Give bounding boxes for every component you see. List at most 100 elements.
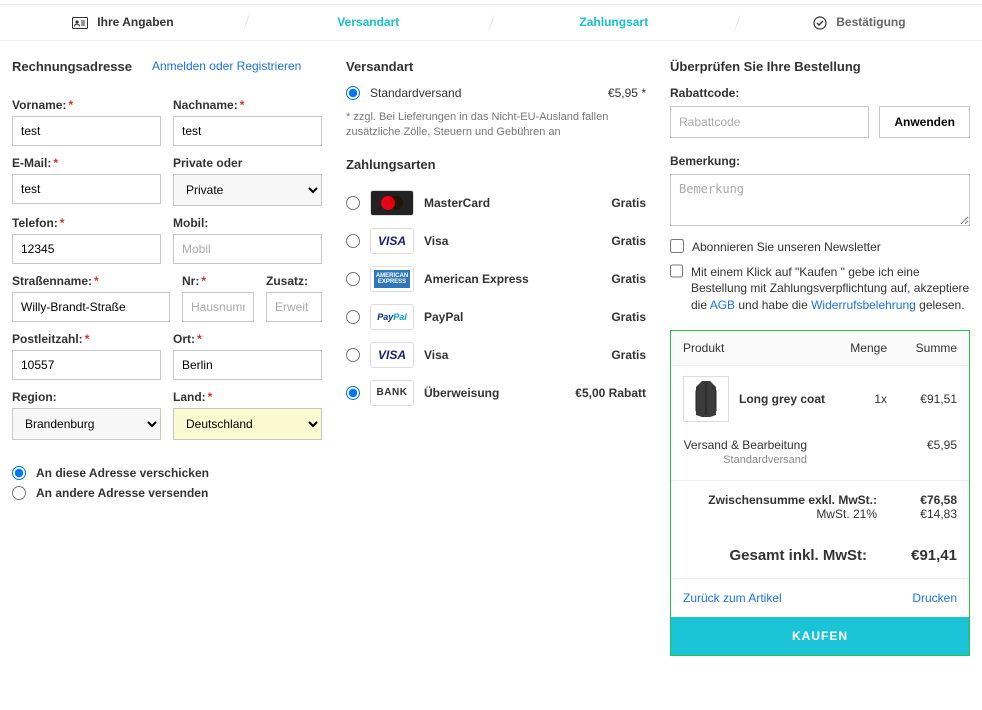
terms-checkbox[interactable]	[670, 264, 683, 278]
widerruf-link[interactable]: Widerrufsbelehrung	[811, 298, 916, 312]
check-circle-icon	[813, 16, 827, 30]
region-select[interactable]: Brandenburg	[12, 408, 161, 440]
amex-icon: AMERICANEXPRESS	[370, 266, 414, 292]
order-item-qty: 1x	[827, 392, 887, 406]
step-details-label: Ihre Angaben	[97, 15, 173, 29]
shipping-standard-label: Standardversand	[370, 86, 461, 100]
terms-text: Mit einem Klick auf "Kaufen " gebe ich e…	[691, 264, 970, 314]
step-details[interactable]: Ihre Angaben	[0, 5, 246, 40]
login-register-link[interactable]: Anmelden oder Registrieren	[152, 59, 301, 86]
order-item-sum: €91,51	[887, 392, 957, 406]
shipping-note: * zzgl. Bei Lieferungen in das Nicht-EU-…	[346, 110, 646, 141]
lastname-label: Nachname:*	[173, 98, 322, 112]
ship-other-label: An andere Adresse versenden	[36, 486, 208, 500]
payment-paypal[interactable]: PayPal PayPal Gratis	[346, 298, 646, 336]
zusatz-label: Zusatz:	[266, 274, 322, 288]
subtotal-label: Zwischensumme exkl. MwSt.:	[683, 493, 877, 507]
street-label: Straßenname:*	[12, 274, 170, 288]
country-select[interactable]: Deutschland	[173, 408, 322, 440]
order-head-product: Produkt	[683, 341, 827, 355]
checkout-steps: Ihre Angaben Versandart Zahlungsart Best…	[0, 4, 982, 41]
id-card-icon	[72, 16, 88, 30]
remark-label: Bemerkung:	[670, 154, 970, 168]
lastname-input[interactable]	[173, 116, 322, 146]
order-ship-label: Versand & BearbeitungStandardversand	[683, 438, 887, 466]
payment-bank-radio[interactable]	[346, 386, 360, 400]
discount-input[interactable]	[670, 106, 869, 138]
review-title: Überprüfen Sie Ihre Bestellung	[670, 59, 970, 74]
back-to-item-link[interactable]: Zurück zum Artikel	[683, 591, 782, 605]
coat-icon	[689, 379, 723, 419]
payment-bank[interactable]: BANK Überweisung €5,00 Rabatt	[346, 374, 646, 412]
city-input[interactable]	[173, 350, 322, 380]
nr-input[interactable]	[182, 292, 254, 322]
shipping-standard-radio[interactable]	[346, 86, 360, 100]
discount-label: Rabattcode:	[670, 86, 970, 100]
zip-label: Postleitzahl:*	[12, 332, 161, 346]
order-item-row: Long grey coat 1x €91,51	[671, 366, 969, 432]
zusatz-input[interactable]	[266, 292, 322, 322]
step-shipping[interactable]: Versandart	[246, 5, 492, 40]
payment-title: Zahlungsarten	[346, 157, 646, 172]
ship-same-label: An diese Adresse verschicken	[36, 466, 209, 480]
ship-same-radio[interactable]	[12, 466, 26, 480]
newsletter-checkbox[interactable]	[670, 239, 684, 253]
email-label: E-Mail:*	[12, 156, 161, 170]
order-ship-sum: €5,95	[887, 438, 957, 466]
shipping-payment-column: Versandart Standardversand €5,95 * * zzg…	[346, 59, 646, 656]
payment-mastercard[interactable]: MasterCard Gratis	[346, 184, 646, 222]
mobile-label: Mobil:	[173, 216, 322, 230]
shipping-standard-price: €5,95 *	[608, 86, 646, 100]
phone-label: Telefon:*	[12, 216, 161, 230]
bank-icon: BANK	[370, 380, 414, 406]
vat-label: MwSt. 21%	[683, 507, 877, 521]
grand-label: Gesamt inkl. MwSt:	[683, 547, 867, 564]
nr-label: Nr:*	[182, 274, 254, 288]
payment-paypal-radio[interactable]	[346, 310, 360, 324]
review-column: Überprüfen Sie Ihre Bestellung Rabattcod…	[670, 59, 970, 656]
subtotal-value: €76,58	[877, 493, 957, 507]
region-label: Region:	[12, 390, 161, 404]
billing-column: Rechnungsadresse Anmelden oder Registrie…	[12, 59, 322, 656]
buy-button[interactable]: KAUFEN	[671, 617, 969, 655]
mastercard-icon	[370, 190, 414, 216]
order-head-sum: Summe	[887, 341, 957, 355]
product-thumbnail	[683, 376, 729, 422]
agb-link[interactable]: AGB	[710, 298, 735, 312]
remark-textarea[interactable]	[670, 174, 970, 226]
privoder-label: Private oder	[173, 156, 322, 170]
payment-amex-radio[interactable]	[346, 272, 360, 286]
order-summary: Produkt Menge Summe Long grey coat 1x €9…	[670, 330, 970, 656]
visa-icon: VISA	[370, 228, 414, 254]
payment-visa2-radio[interactable]	[346, 348, 360, 362]
print-link[interactable]: Drucken	[912, 591, 957, 605]
newsletter-label: Abonnieren Sie unseren Newsletter	[692, 239, 881, 256]
grand-value: €91,41	[867, 547, 957, 564]
payment-mastercard-radio[interactable]	[346, 196, 360, 210]
street-input[interactable]	[12, 292, 170, 322]
country-label: Land:*	[173, 390, 322, 404]
privoder-select[interactable]: Private	[173, 174, 322, 206]
mobile-input[interactable]	[173, 234, 322, 264]
order-item-name: Long grey coat	[739, 392, 827, 406]
firstname-label: Vorname:*	[12, 98, 161, 112]
payment-visa2[interactable]: VISA Visa Gratis	[346, 336, 646, 374]
step-confirm[interactable]: Bestätigung	[737, 5, 982, 40]
order-head-qty: Menge	[827, 341, 887, 355]
ship-other-radio[interactable]	[12, 486, 26, 500]
payment-visa[interactable]: VISA Visa Gratis	[346, 222, 646, 260]
billing-title: Rechnungsadresse	[12, 59, 132, 74]
zip-input[interactable]	[12, 350, 161, 380]
city-label: Ort:*	[173, 332, 322, 346]
email-input[interactable]	[12, 174, 161, 204]
phone-input[interactable]	[12, 234, 161, 264]
shipping-title: Versandart	[346, 59, 646, 74]
firstname-input[interactable]	[12, 116, 161, 146]
visa-icon: VISA	[370, 342, 414, 368]
step-payment[interactable]: Zahlungsart	[491, 5, 737, 40]
apply-button[interactable]: Anwenden	[879, 106, 970, 138]
vat-value: €14,83	[877, 507, 957, 521]
payment-visa-radio[interactable]	[346, 234, 360, 248]
step-confirm-label: Bestätigung	[836, 15, 905, 29]
payment-amex[interactable]: AMERICANEXPRESS American Express Gratis	[346, 260, 646, 298]
